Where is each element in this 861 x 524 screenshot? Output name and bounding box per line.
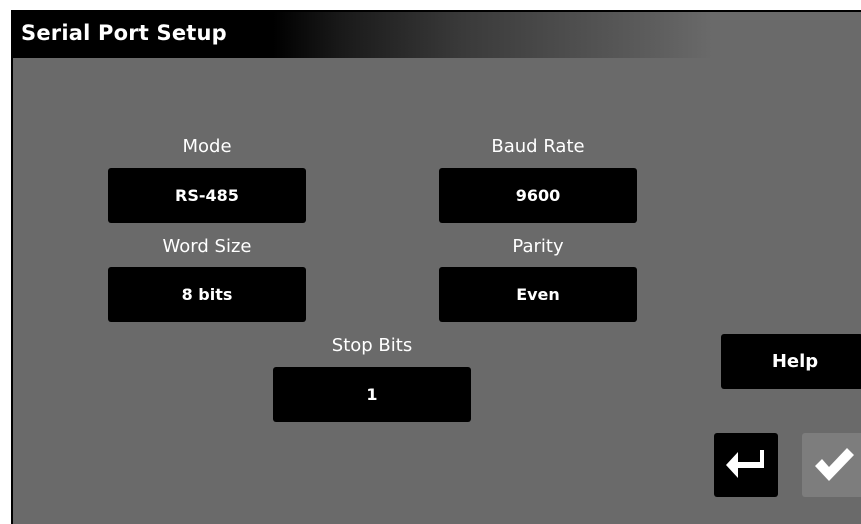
back-button[interactable] [714,433,778,497]
checkmark-icon [815,448,854,481]
mode-label: Mode [182,136,232,157]
parity-label: Parity [512,236,564,257]
stop-bits-label: Stop Bits [331,335,413,356]
serial-port-setup-screen: Serial Port Setup Mode RS-485 Baud Rate … [11,10,861,524]
help-button-label: Help [771,351,819,372]
confirm-button[interactable] [802,433,861,497]
baud-rate-field[interactable]: 9600 [439,168,637,223]
return-arrow-icon [726,450,764,478]
word-size-field[interactable]: 8 bits [108,267,306,322]
baud-rate-label: Baud Rate [491,136,585,157]
title-bar: Serial Port Setup [13,12,861,58]
mode-field[interactable]: RS-485 [108,168,306,223]
word-size-label: Word Size [162,236,252,257]
page-title: Serial Port Setup [21,21,227,45]
stop-bits-field[interactable]: 1 [273,367,471,422]
parity-field[interactable]: Even [439,267,637,322]
help-button[interactable]: Help [721,334,861,389]
